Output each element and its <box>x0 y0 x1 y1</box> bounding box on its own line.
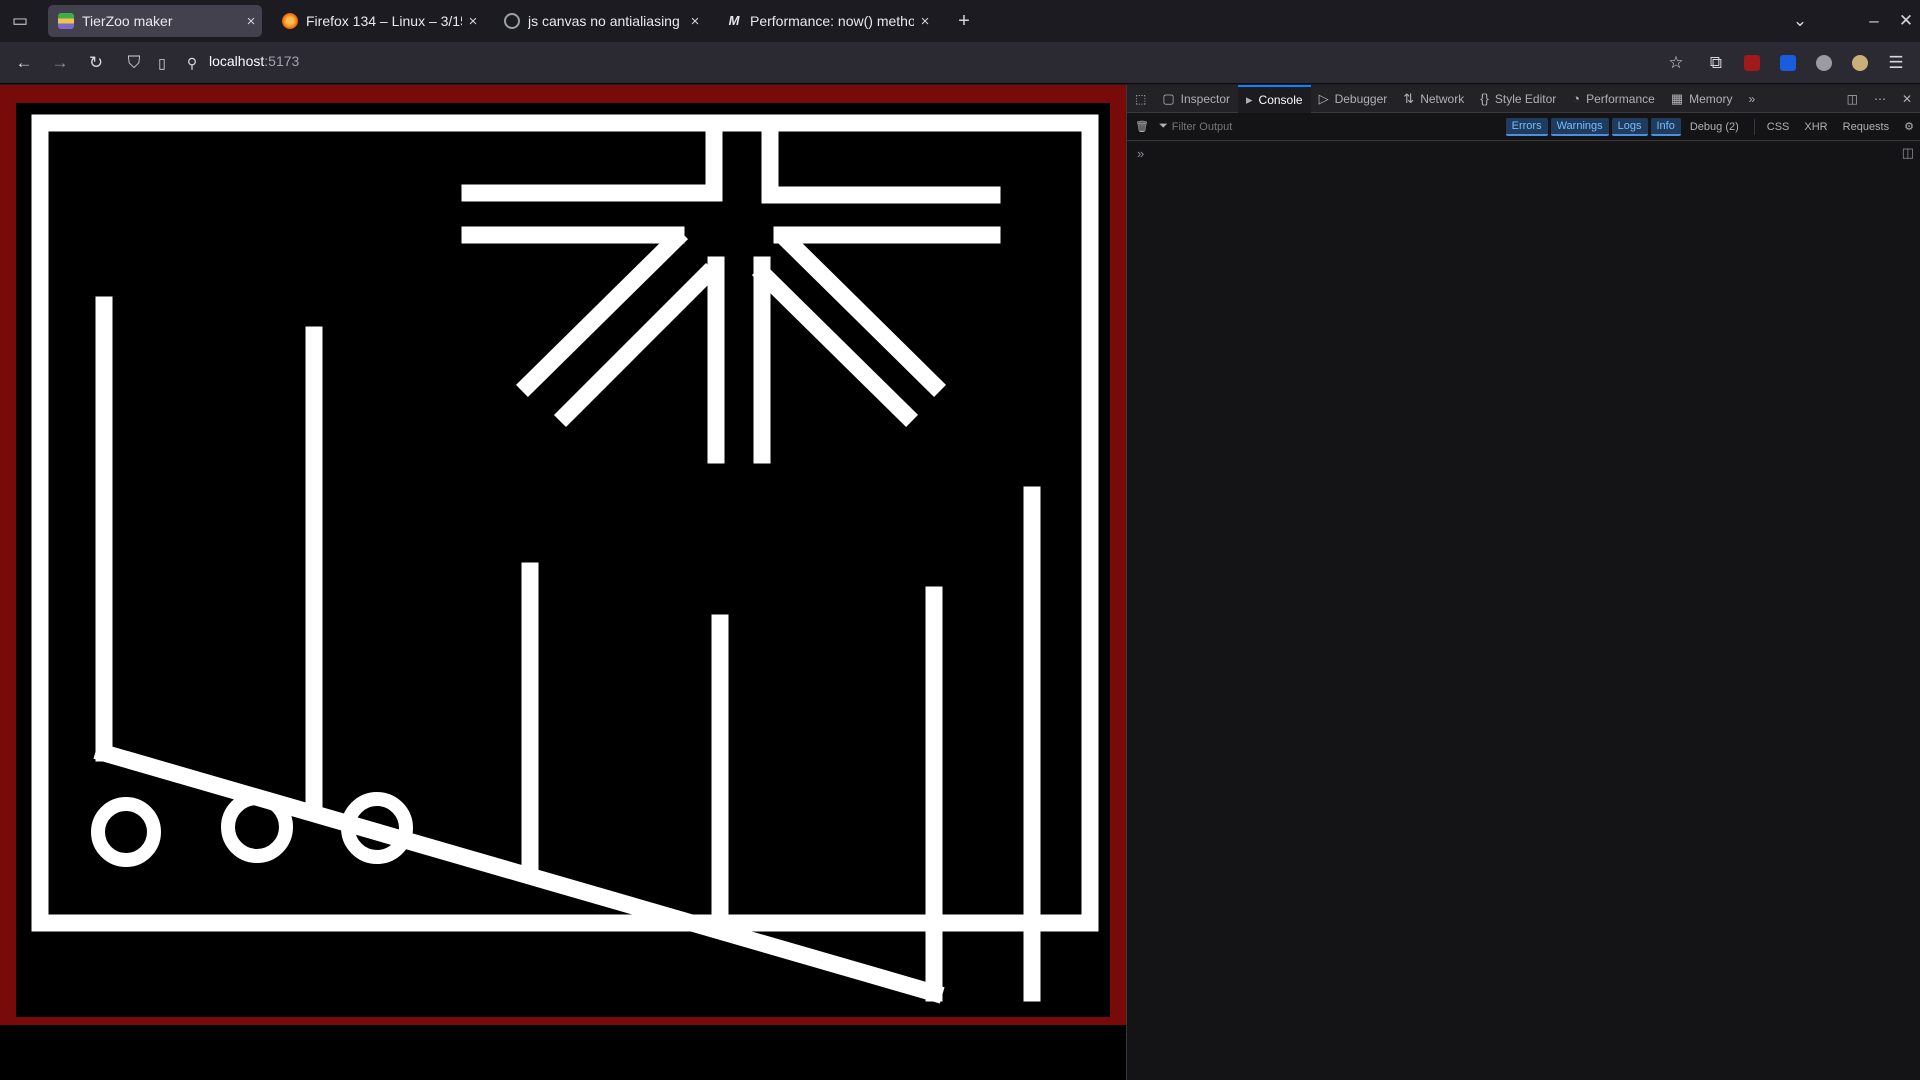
tab-title: TierZoo maker <box>82 13 173 29</box>
more-tools-chevron-icon[interactable]: » <box>1740 85 1763 113</box>
filter-debug[interactable]: Debug (2) <box>1684 119 1745 135</box>
url-bar[interactable]: localhost:5173 <box>209 53 299 69</box>
reload-icon[interactable]: ↻ <box>84 51 108 75</box>
navigation-toolbar: ← → ↻ ⛉ ▯ ⚲ localhost:5173 ☆ ⧉ ☰ <box>0 42 1920 84</box>
back-icon[interactable]: ← <box>12 51 36 75</box>
tab-firefox-release[interactable]: Firefox 134 – Linux – 3/15/2025 × <box>272 5 484 37</box>
close-tab-icon[interactable]: × <box>462 13 484 30</box>
memory-icon: ▦ <box>1670 90 1684 106</box>
tab-list-icon[interactable]: ▭ <box>8 9 32 33</box>
close-tab-icon[interactable]: × <box>684 13 706 30</box>
extension-check-icon[interactable] <box>1812 51 1836 75</box>
performance-icon: ◔ <box>1572 91 1581 106</box>
url-host: localhost <box>209 53 265 69</box>
style-editor-icon: {} <box>1480 91 1489 106</box>
console-icon: ▸ <box>1246 91 1253 107</box>
tab-label: Console <box>1258 92 1303 107</box>
bookmark-star-icon[interactable]: ☆ <box>1664 51 1688 75</box>
console-prompt-chevron-icon: » <box>1137 145 1145 161</box>
devtools-toolbar: ⬚ ▢ Inspector ▸ Console ▷ Debugger ⇅ Network… <box>1127 84 1920 113</box>
tab-performance[interactable]: ◔ Performance <box>1564 85 1663 113</box>
inspector-icon: ▢ <box>1162 90 1175 106</box>
filter-requests[interactable]: Requests <box>1837 119 1895 135</box>
filter-warnings[interactable]: Warnings <box>1550 117 1609 136</box>
tab-google-search[interactable]: js canvas no antialiasing - Google Searc… <box>494 5 706 37</box>
filter-xhr[interactable]: XHR <box>1798 119 1833 135</box>
close-tab-icon[interactable]: × <box>914 13 936 30</box>
tab-debugger[interactable]: ▷ Debugger <box>1311 85 1396 113</box>
console-filter-bar: 🗑 ⏷ Errors Warnings Logs Info Debug (2) … <box>1127 113 1920 141</box>
tab-console[interactable]: ▸ Console <box>1238 84 1311 113</box>
tab-label: Performance <box>1586 91 1655 106</box>
tab-label: Debugger <box>1334 91 1388 106</box>
google-favicon <box>504 13 520 29</box>
tab-bar: ▭ TierZoo maker × Firefox 134 – Linux – … <box>0 0 1920 42</box>
editor-mode-toggle-icon[interactable]: ◫ <box>1902 145 1914 161</box>
debugger-icon: ▷ <box>1318 90 1329 106</box>
page-info-icon[interactable]: ▯ <box>150 51 174 75</box>
tab-memory[interactable]: ▦ Memory <box>1663 85 1741 113</box>
filter-info[interactable]: Info <box>1650 117 1681 136</box>
element-picker-icon[interactable]: ⬚ <box>1127 85 1154 113</box>
tab-label: Network <box>1420 91 1465 106</box>
list-all-tabs-icon[interactable]: ⌄ <box>1788 9 1812 33</box>
app-menu-icon[interactable]: ☰ <box>1884 51 1908 75</box>
new-tab-button[interactable]: + <box>952 9 976 33</box>
tierzoo-canvas[interactable] <box>0 85 1126 1080</box>
tab-tierzoo[interactable]: TierZoo maker × <box>48 5 262 37</box>
page-content <box>0 85 1126 1080</box>
account-avatar-icon[interactable] <box>1848 51 1872 75</box>
filter-output-input[interactable] <box>1171 120 1492 133</box>
dock-side-icon[interactable]: ◫ <box>1839 85 1866 113</box>
console-settings-gear-icon[interactable]: ⚙ <box>1904 120 1914 133</box>
url-port: :5173 <box>264 53 300 69</box>
tracking-protection-shield-icon[interactable]: ⛉ <box>122 51 146 75</box>
divider <box>1753 118 1755 135</box>
minimize-icon[interactable]: – <box>1862 9 1886 33</box>
close-tab-icon[interactable]: × <box>240 13 262 30</box>
bitwarden-icon[interactable] <box>1776 51 1800 75</box>
tab-label: Inspector <box>1180 91 1230 106</box>
network-icon: ⇅ <box>1403 90 1415 106</box>
tab-label: Memory <box>1689 91 1733 106</box>
forward-icon[interactable]: → <box>48 51 72 75</box>
tab-network[interactable]: ⇅ Network <box>1395 85 1472 113</box>
ublock-origin-icon[interactable] <box>1740 51 1764 75</box>
firefox-favicon <box>282 13 298 29</box>
mdn-favicon: M <box>728 13 740 28</box>
close-devtools-icon[interactable]: ✕ <box>1894 85 1920 113</box>
console-input-row[interactable]: » ◫ <box>1127 141 1920 165</box>
tab-style-editor[interactable]: {} Style Editor <box>1472 85 1564 113</box>
devtools-menu-icon[interactable]: ⋯ <box>1866 85 1894 113</box>
clear-console-trash-icon[interactable]: 🗑 <box>1135 120 1149 133</box>
filter-funnel-icon: ⏷ <box>1158 120 1168 132</box>
close-window-icon[interactable]: ✕ <box>1894 9 1918 33</box>
permissions-icon[interactable]: ⚲ <box>180 51 204 75</box>
tab-mdn-performance[interactable]: M Performance: now() method × <box>716 5 936 37</box>
extensions-icon[interactable]: ⧉ <box>1704 51 1728 75</box>
tab-title: js canvas no antialiasing - Google Searc… <box>528 13 684 29</box>
filter-errors[interactable]: Errors <box>1505 117 1548 136</box>
filter-logs[interactable]: Logs <box>1611 117 1648 136</box>
tab-title: Performance: now() method <box>750 13 914 29</box>
tab-label: Style Editor <box>1494 91 1557 106</box>
devtools-panel: ⬚ ▢ Inspector ▸ Console ▷ Debugger ⇅ Network… <box>1126 84 1920 1080</box>
tierzoo-favicon <box>58 13 74 29</box>
tab-inspector[interactable]: ▢ Inspector <box>1154 85 1238 113</box>
tab-title: Firefox 134 – Linux – 3/15/2025 <box>306 13 462 29</box>
filter-css[interactable]: CSS <box>1761 119 1796 135</box>
